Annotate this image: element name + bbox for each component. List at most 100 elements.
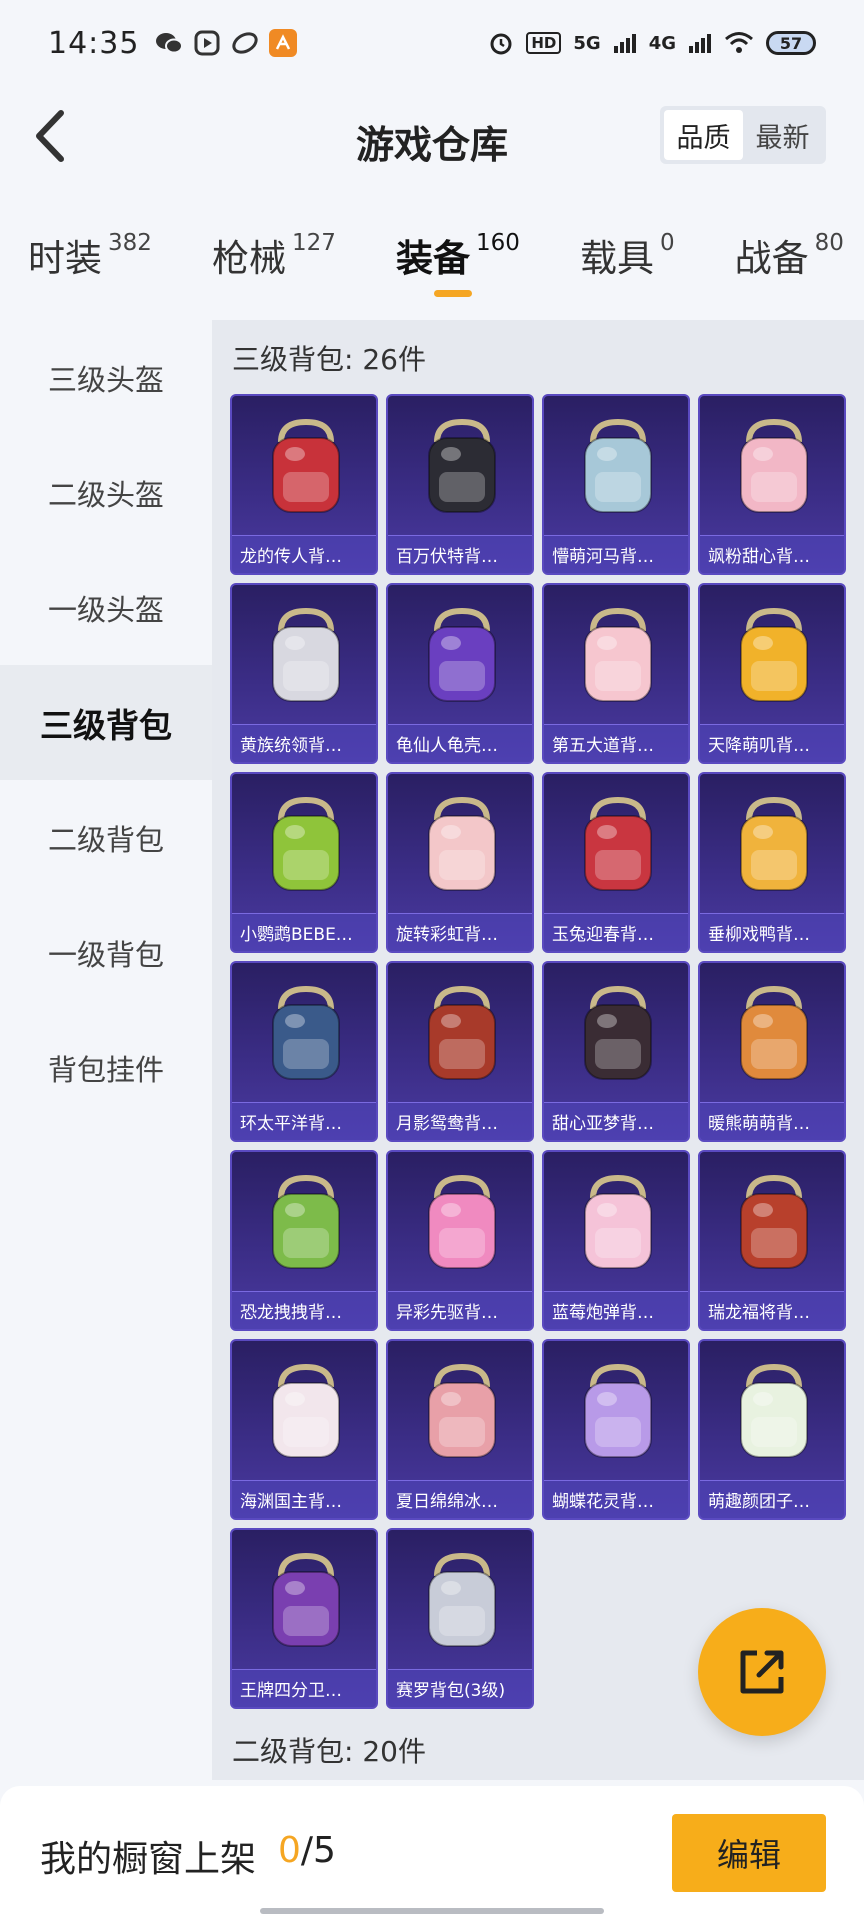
item-name: 黄族统领背… xyxy=(232,724,376,762)
network-4g: 4G xyxy=(648,32,676,54)
item-name: 赛罗背包(3级) xyxy=(388,1669,532,1707)
wing-backpack-icon xyxy=(402,975,522,1093)
share-icon xyxy=(740,1650,784,1694)
tab-category-2[interactable]: 装备 160 xyxy=(396,228,520,298)
tab-label: 装备 xyxy=(395,237,470,280)
rabbit-red-backpack-icon xyxy=(558,786,678,904)
share-button[interactable] xyxy=(698,1608,826,1736)
item-name: 恐龙拽拽背… xyxy=(232,1291,376,1329)
mech-backpack-icon xyxy=(246,975,366,1093)
edit-button[interactable]: 编辑 xyxy=(672,1814,826,1892)
tab-category-4[interactable]: 战备 80 xyxy=(735,228,844,298)
item-card[interactable]: 环太平洋背… xyxy=(230,961,378,1142)
item-name: 海渊国主背… xyxy=(232,1480,376,1518)
monster-backpack-icon xyxy=(402,1164,522,1282)
item-name: 蝴蝶花灵背… xyxy=(544,1480,688,1518)
item-name: 萌趣颜团子… xyxy=(700,1480,844,1518)
category-tabs: 时装 382 枪械 127 装备 160 载具 0 战备 80 xyxy=(0,228,864,298)
section-title-next: 二级背包: 20件 xyxy=(232,1735,426,1768)
item-list-panel[interactable]: 三级背包: 26件 龙的传人背… 百万伏特背… 懵萌河马背… 飒粉甜心背… 黄族统领背…… xyxy=(212,320,864,1780)
showcase-label: 我的橱窗上架 xyxy=(40,1839,257,1880)
item-card[interactable]: 王牌四分卫… xyxy=(230,1528,378,1709)
item-grid: 龙的传人背… 百万伏特背… 懵萌河马背… 飒粉甜心背… 黄族统领背… 龟仙人龟壳… 第五大道… xyxy=(230,394,846,1709)
side-nav-item-2[interactable]: 一级头盔 xyxy=(0,550,212,665)
item-card[interactable]: 龙的传人背… xyxy=(230,394,378,575)
signal-icon xyxy=(613,34,636,53)
item-card[interactable]: 月影鸳鸯背… xyxy=(386,961,534,1142)
network-5g: 5G xyxy=(573,32,601,54)
ultraman-backpack-icon xyxy=(402,1542,522,1660)
dessert-backpack-icon xyxy=(558,1164,678,1282)
item-card[interactable]: 蓝莓炮弹背… xyxy=(542,1150,690,1331)
tab-label: 战备 xyxy=(734,237,809,280)
wifi-icon xyxy=(725,32,753,53)
item-name: 第五大道背… xyxy=(544,724,688,762)
duck-backpack-icon xyxy=(714,786,834,904)
item-name: 龙的传人背… xyxy=(232,535,376,573)
video-app-icon xyxy=(193,29,221,57)
tab-category-3[interactable]: 载具 0 xyxy=(580,228,675,298)
item-card[interactable]: 垂柳戏鸭背… xyxy=(698,772,846,953)
sort-quality-option[interactable]: 品质 xyxy=(664,110,743,160)
rainbow-cake-backpack-icon xyxy=(402,786,522,904)
tab-label: 枪械 xyxy=(211,237,286,280)
section-title: 三级背包: 26件 xyxy=(232,343,426,376)
item-card[interactable]: 暖熊萌萌背… xyxy=(698,961,846,1142)
orange-app-icon xyxy=(269,29,298,57)
white-pink-backpack-icon xyxy=(246,1353,366,1471)
butterfly-backpack-icon xyxy=(558,1353,678,1471)
item-card[interactable]: 飒粉甜心背… xyxy=(698,394,846,575)
item-card[interactable]: 黄族统领背… xyxy=(230,583,378,764)
battery-indicator: 57 xyxy=(766,31,816,55)
item-card[interactable]: 甜心亚梦背… xyxy=(542,961,690,1142)
item-card[interactable]: 旋转彩虹背… xyxy=(386,772,534,953)
item-card[interactable]: 恐龙拽拽背… xyxy=(230,1150,378,1331)
item-name: 王牌四分卫… xyxy=(232,1669,376,1707)
sort-toggle: 品质 最新 xyxy=(660,106,826,164)
side-nav-item-6[interactable]: 背包挂件 xyxy=(0,1010,212,1125)
app-icon xyxy=(231,29,259,57)
purple-shield-backpack-icon xyxy=(246,1542,366,1660)
item-name: 垂柳戏鸭背… xyxy=(700,913,844,951)
showcase-current-count: 0 xyxy=(278,1830,301,1871)
item-name: 甜心亚梦背… xyxy=(544,1102,688,1140)
side-nav-item-5[interactable]: 一级背包 xyxy=(0,895,212,1010)
item-name: 瑞龙福将背… xyxy=(700,1291,844,1329)
item-card[interactable]: 第五大道背… xyxy=(542,583,690,764)
yellow-backpack-icon xyxy=(714,597,834,715)
item-card[interactable]: 萌趣颜团子… xyxy=(698,1339,846,1520)
item-card[interactable]: 百万伏特背… xyxy=(386,394,534,575)
item-card[interactable]: 夏日绵绵冰… xyxy=(386,1339,534,1520)
tab-category-1[interactable]: 枪械 127 xyxy=(212,228,336,298)
turtle-shell-backpack-icon xyxy=(402,597,522,715)
item-card[interactable]: 小鹦鹉BEBE… xyxy=(230,772,378,953)
signal-icon-2 xyxy=(689,34,711,53)
sort-newest-option[interactable]: 最新 xyxy=(743,110,822,160)
tab-label: 载具 xyxy=(579,237,654,280)
tab-count: 160 xyxy=(475,230,520,256)
item-card[interactable]: 天降萌叽背… xyxy=(698,583,846,764)
pink-quilted-backpack-icon xyxy=(558,597,678,715)
item-card[interactable]: 龟仙人龟壳… xyxy=(386,583,534,764)
tab-label: 时装 xyxy=(28,237,102,280)
item-card[interactable]: 瑞龙福将背… xyxy=(698,1150,846,1331)
status-time: 14:35 xyxy=(48,25,140,61)
bear-backpack-icon xyxy=(714,975,834,1093)
side-nav-item-3[interactable]: 三级背包 xyxy=(0,665,212,780)
tab-count: 127 xyxy=(291,230,336,256)
showcase-separator: / xyxy=(300,1830,314,1871)
item-card[interactable]: 赛罗背包(3级) xyxy=(386,1528,534,1709)
item-name: 飒粉甜心背… xyxy=(700,535,844,573)
red-gold-backpack-icon xyxy=(246,408,366,526)
item-card[interactable]: 海渊国主背… xyxy=(230,1339,378,1520)
item-card[interactable]: 懵萌河马背… xyxy=(542,394,690,575)
side-nav-item-0[interactable]: 三级头盔 xyxy=(0,320,212,435)
tab-category-0[interactable]: 时装 382 xyxy=(28,228,152,298)
side-nav-item-4[interactable]: 二级背包 xyxy=(0,780,212,895)
parrot-backpack-icon xyxy=(246,786,366,904)
item-card[interactable]: 玉兔迎春背… xyxy=(542,772,690,953)
item-card[interactable]: 异彩先驱背… xyxy=(386,1150,534,1331)
item-card[interactable]: 蝴蝶花灵背… xyxy=(542,1339,690,1520)
armored-backpack-icon xyxy=(246,597,366,715)
side-nav-item-1[interactable]: 二级头盔 xyxy=(0,435,212,550)
